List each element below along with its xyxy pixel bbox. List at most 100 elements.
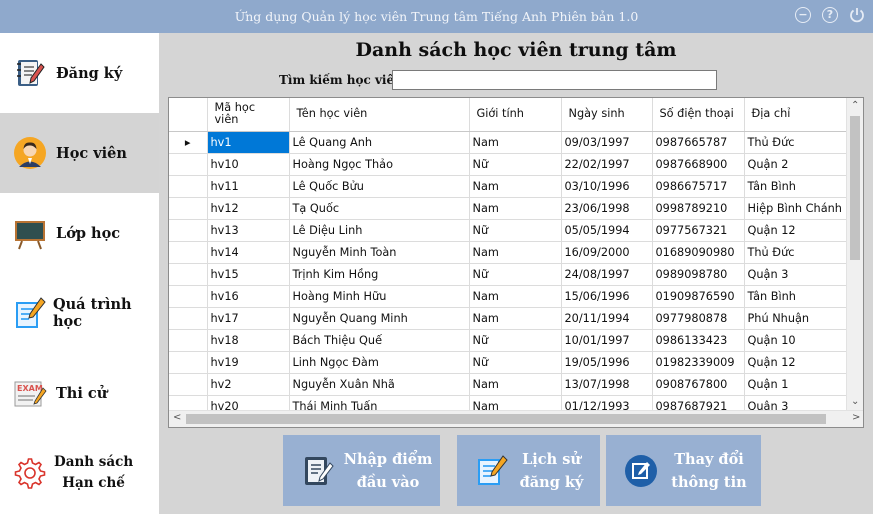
row-header[interactable]: [169, 263, 208, 286]
scroll-right-icon[interactable]: >: [852, 412, 860, 423]
cell-address[interactable]: Hiệp Bình Chánh: [744, 197, 849, 220]
help-icon[interactable]: ?: [822, 7, 838, 23]
cell-address[interactable]: Quận 10: [744, 329, 849, 352]
cell-student-name[interactable]: Tạ Quốc: [289, 197, 470, 220]
row-header[interactable]: [169, 285, 208, 308]
sidebar-item-exams[interactable]: EXAM Thi cử: [0, 353, 159, 433]
cell-student-id[interactable]: hv11: [207, 175, 290, 198]
row-header[interactable]: [169, 351, 208, 374]
cell-student-name[interactable]: Nguyễn Xuân Nhã: [289, 373, 470, 396]
cell-gender[interactable]: Nam: [469, 373, 562, 396]
cell-student-name[interactable]: Hoàng Minh Hữu: [289, 285, 470, 308]
cell-gender[interactable]: Nữ: [469, 263, 562, 286]
score-entry-button[interactable]: Nhập điểm đầu vào: [283, 435, 440, 506]
cell-gender[interactable]: Nam: [469, 285, 562, 308]
sidebar-item-classes[interactable]: Lớp học: [0, 193, 159, 273]
cell-student-name[interactable]: Lê Quang Anh: [289, 131, 470, 154]
row-header[interactable]: ▸: [169, 131, 208, 154]
horizontal-scroll-thumb[interactable]: [186, 414, 826, 424]
table-row[interactable]: hv2 Nguyễn Xuân Nhã Nam 13/07/1998 090876780…: [169, 373, 849, 396]
table-row[interactable]: hv16 Hoàng Minh Hữu Nam 15/06/1996 019098765…: [169, 285, 849, 308]
column-header-birthdate[interactable]: Ngày sinh: [561, 98, 653, 132]
cell-address[interactable]: Tân Bình: [744, 285, 849, 308]
scroll-up-icon[interactable]: ⌃: [851, 100, 859, 111]
cell-phone[interactable]: 01982339009: [652, 351, 745, 374]
cell-address[interactable]: Quận 12: [744, 219, 849, 242]
cell-student-id[interactable]: hv17: [207, 307, 290, 330]
table-row[interactable]: hv19 Linh Ngọc Đàm Nữ 19/05/1996 01982339009…: [169, 351, 849, 374]
cell-birthdate[interactable]: 23/06/1998: [561, 197, 653, 220]
column-header-student-name[interactable]: Tên học viên: [289, 98, 470, 132]
table-row[interactable]: hv10 Hoàng Ngọc Thảo Nữ 22/02/1997 098766890…: [169, 153, 849, 176]
cell-gender[interactable]: Nữ: [469, 329, 562, 352]
cell-phone[interactable]: 0977567321: [652, 219, 745, 242]
cell-birthdate[interactable]: 05/05/1994: [561, 219, 653, 242]
column-header-address[interactable]: Địa chỉ: [744, 98, 849, 132]
vertical-scroll-thumb[interactable]: [850, 116, 860, 260]
cell-student-name[interactable]: Nguyễn Minh Toàn: [289, 241, 470, 264]
cell-student-id[interactable]: hv1: [207, 131, 290, 154]
row-header[interactable]: [169, 175, 208, 198]
cell-address[interactable]: Quận 3: [744, 263, 849, 286]
table-row[interactable]: ▸ hv1 Lê Quang Anh Nam 09/03/1997 0987665787 T…: [169, 131, 849, 154]
column-header-phone[interactable]: Số điện thoại: [652, 98, 745, 132]
cell-address[interactable]: Thủ Đức: [744, 131, 849, 154]
row-header[interactable]: [169, 373, 208, 396]
cell-student-id[interactable]: hv13: [207, 219, 290, 242]
cell-phone[interactable]: 0986133423: [652, 329, 745, 352]
row-header[interactable]: [169, 219, 208, 242]
cell-student-id[interactable]: hv18: [207, 329, 290, 352]
horizontal-scrollbar[interactable]: < >: [169, 410, 863, 427]
cell-address[interactable]: Quận 2: [744, 153, 849, 176]
row-header[interactable]: [169, 307, 208, 330]
cell-gender[interactable]: Nam: [469, 197, 562, 220]
vertical-scrollbar[interactable]: ⌃ ⌄: [846, 98, 863, 412]
table-row[interactable]: hv15 Trịnh Kim Hồng Nữ 24/08/1997 0989098780…: [169, 263, 849, 286]
cell-student-name[interactable]: Nguyễn Quang Minh: [289, 307, 470, 330]
sidebar-item-study-process[interactable]: Quá trình học: [0, 273, 159, 353]
search-input[interactable]: [392, 70, 717, 90]
scroll-left-icon[interactable]: <: [173, 412, 181, 423]
cell-gender[interactable]: Nam: [469, 307, 562, 330]
cell-student-id[interactable]: hv14: [207, 241, 290, 264]
cell-student-name[interactable]: Lê Diệu Linh: [289, 219, 470, 242]
power-icon[interactable]: [848, 6, 866, 24]
cell-student-id[interactable]: hv10: [207, 153, 290, 176]
cell-birthdate[interactable]: 09/03/1997: [561, 131, 653, 154]
table-row[interactable]: hv17 Nguyễn Quang Minh Nam 20/11/1994 097798…: [169, 307, 849, 330]
row-header[interactable]: [169, 241, 208, 264]
cell-birthdate[interactable]: 16/09/2000: [561, 241, 653, 264]
cell-birthdate[interactable]: 24/08/1997: [561, 263, 653, 286]
cell-address[interactable]: Phú Nhuận: [744, 307, 849, 330]
cell-gender[interactable]: Nam: [469, 241, 562, 264]
cell-student-id[interactable]: hv16: [207, 285, 290, 308]
minimize-icon[interactable]: −: [795, 7, 811, 23]
cell-student-name[interactable]: Bách Thiệu Quế: [289, 329, 470, 352]
cell-birthdate[interactable]: 22/02/1997: [561, 153, 653, 176]
column-header-gender[interactable]: Giới tính: [469, 98, 562, 132]
cell-gender[interactable]: Nữ: [469, 351, 562, 374]
column-header-student-id[interactable]: Mã học viên: [207, 98, 290, 132]
cell-birthdate[interactable]: 13/07/1998: [561, 373, 653, 396]
table-row[interactable]: hv14 Nguyễn Minh Toàn Nam 16/09/2000 0168909…: [169, 241, 849, 264]
cell-phone[interactable]: 01689090980: [652, 241, 745, 264]
row-header[interactable]: [169, 153, 208, 176]
cell-phone[interactable]: 01909876590: [652, 285, 745, 308]
registration-history-button[interactable]: Lịch sử đăng ký: [457, 435, 600, 506]
cell-student-id[interactable]: hv2: [207, 373, 290, 396]
sidebar-item-register[interactable]: Đăng ký: [0, 33, 159, 113]
cell-address[interactable]: Quận 1: [744, 373, 849, 396]
cell-gender[interactable]: Nam: [469, 175, 562, 198]
cell-phone[interactable]: 0987665787: [652, 131, 745, 154]
cell-gender[interactable]: Nam: [469, 131, 562, 154]
students-grid[interactable]: Mã học viên Tên học viên Giới tính Ngày …: [168, 97, 864, 428]
cell-phone[interactable]: 0908767800: [652, 373, 745, 396]
cell-student-name[interactable]: Hoàng Ngọc Thảo: [289, 153, 470, 176]
cell-birthdate[interactable]: 10/01/1997: [561, 329, 653, 352]
table-row[interactable]: hv12 Tạ Quốc Nam 23/06/1998 0998789210 Hiệp B…: [169, 197, 849, 220]
row-header[interactable]: [169, 197, 208, 220]
cell-gender[interactable]: Nữ: [469, 153, 562, 176]
cell-phone[interactable]: 0989098780: [652, 263, 745, 286]
cell-student-id[interactable]: hv19: [207, 351, 290, 374]
cell-birthdate[interactable]: 03/10/1996: [561, 175, 653, 198]
